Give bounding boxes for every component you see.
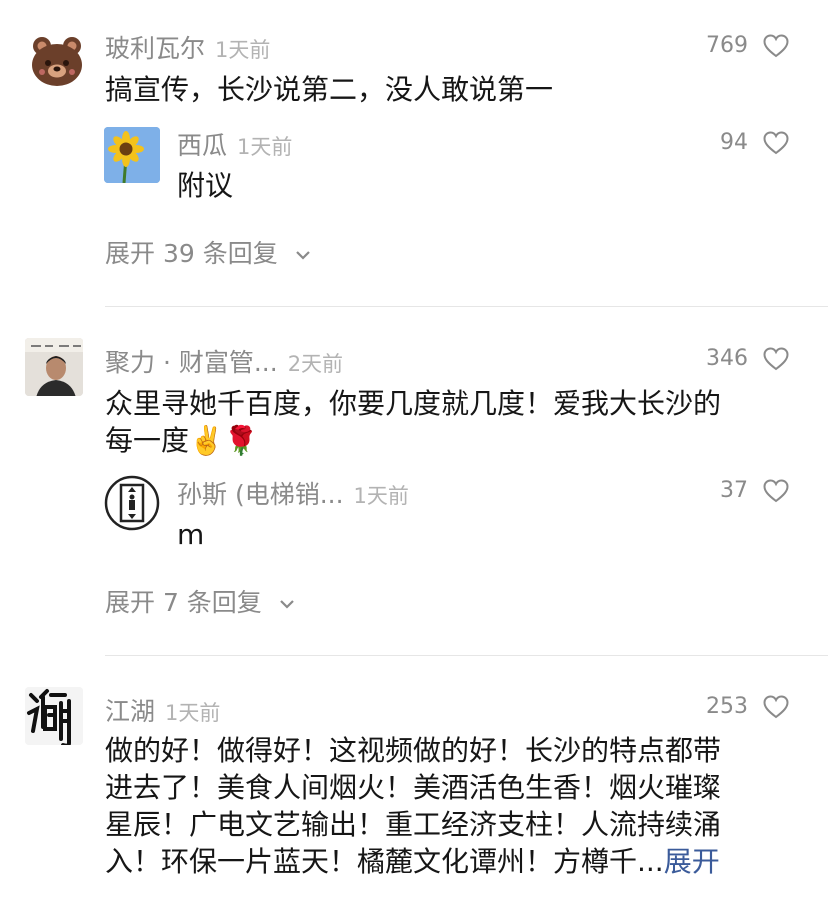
- reply-time: 1天前: [237, 135, 293, 159]
- heart-outline-icon[interactable]: [763, 131, 789, 155]
- expand-replies-button[interactable]: 展开 7 条回复: [105, 583, 296, 619]
- comment-text-line: 入！环保一片蓝天！橘麓文化谭州！方樽千...展开: [105, 843, 805, 880]
- comment-text-line: 每一度✌️🌹: [105, 424, 259, 457]
- calligraphy-avatar-icon: [25, 687, 83, 745]
- author-name[interactable]: 西瓜: [177, 131, 227, 160]
- person-avatar-icon: [25, 338, 83, 396]
- bear-avatar-icon: [32, 37, 82, 86]
- like-count: 37: [720, 478, 748, 503]
- heart-outline-icon[interactable]: [763, 347, 789, 371]
- reply-text[interactable]: 附议: [177, 167, 233, 204]
- avatar[interactable]: [28, 32, 86, 90]
- comment-text-line: 众里寻她千百度，你要几度就几度！爱我大长沙的: [105, 387, 722, 420]
- comment-text[interactable]: 做的好！做得好！这视频做的好！长沙的特点都带 进去了！美食人间烟火！美酒活色生香…: [105, 732, 805, 880]
- heart-outline-icon[interactable]: [763, 34, 789, 58]
- comment-time: 1天前: [165, 701, 221, 725]
- comment-author[interactable]: 聚力 · 财富管... 2天前: [105, 343, 343, 379]
- avatar[interactable]: [104, 475, 160, 531]
- comment-text-line: 进去了！美食人间烟火！美酒活色生香！烟火璀璨: [105, 771, 722, 804]
- expand-replies-button[interactable]: 展开 39 条回复: [105, 234, 312, 270]
- reply-text[interactable]: m: [177, 516, 204, 553]
- avatar[interactable]: [25, 687, 83, 745]
- divider: [105, 655, 828, 656]
- comment-text-line: 做的好！做得好！这视频做的好！长沙的特点都带: [105, 734, 722, 767]
- comment-text-line-content: 入！环保一片蓝天！橘麓文化谭州！方樽千...: [105, 845, 664, 878]
- reply-author[interactable]: 西瓜 1天前: [177, 126, 292, 162]
- chevron-down-icon: [279, 600, 294, 609]
- comment-text-line: 星辰！广电文艺输出！重工经济支柱！人流持续涌: [105, 808, 722, 841]
- avatar[interactable]: [25, 338, 83, 396]
- reply-time: 1天前: [353, 484, 409, 508]
- heart-outline-icon[interactable]: [763, 479, 789, 503]
- expand-label: 展开 7 条回复: [105, 588, 262, 617]
- comment-text[interactable]: 众里寻她千百度，你要几度就几度！爱我大长沙的 每一度✌️🌹: [105, 385, 795, 459]
- like-count: 346: [706, 346, 748, 371]
- author-name[interactable]: 聚力 · 财富管...: [105, 348, 278, 377]
- avatar[interactable]: [104, 127, 160, 183]
- elevator-avatar-icon: [104, 475, 160, 531]
- like-count: 253: [706, 694, 748, 719]
- expand-text-link[interactable]: 展开: [664, 845, 720, 878]
- author-name[interactable]: 江湖: [105, 697, 155, 726]
- like-count: 769: [706, 33, 748, 58]
- comment-time: 2天前: [287, 352, 344, 376]
- like-count: 94: [720, 130, 748, 155]
- heart-outline-icon[interactable]: [763, 695, 789, 719]
- reply-author[interactable]: 孙斯 (电梯销... 1天前: [177, 475, 409, 511]
- comment-time: 1天前: [215, 38, 271, 62]
- comment-author[interactable]: 玻利瓦尔 1天前: [105, 29, 270, 65]
- sunflower-avatar-icon: [104, 127, 160, 183]
- comment-author[interactable]: 江湖 1天前: [105, 692, 220, 728]
- expand-label: 展开 39 条回复: [105, 239, 278, 268]
- author-name[interactable]: 玻利瓦尔: [105, 34, 205, 63]
- author-name[interactable]: 孙斯 (电梯销...: [177, 480, 344, 509]
- comment-text[interactable]: 搞宣传，长沙说第二，没人敢说第一: [105, 71, 553, 108]
- chevron-down-icon: [295, 251, 310, 260]
- divider: [105, 306, 828, 307]
